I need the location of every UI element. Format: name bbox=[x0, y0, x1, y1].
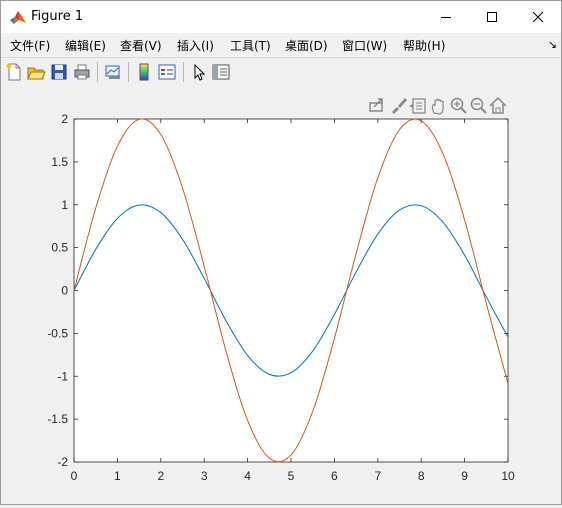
edit-plot-icon[interactable] bbox=[189, 62, 209, 82]
y-tick-label: -1.5 bbox=[47, 412, 68, 426]
axes-toolbar bbox=[369, 96, 507, 115]
menu-edit[interactable]: 编辑(E) bbox=[65, 37, 106, 54]
minimize-button[interactable] bbox=[423, 1, 469, 33]
y-tick-label: -1 bbox=[57, 369, 68, 383]
close-icon bbox=[532, 11, 544, 23]
y-tick-label: 1 bbox=[61, 198, 68, 212]
x-tick-label: 9 bbox=[461, 469, 468, 483]
minimize-icon bbox=[441, 17, 451, 18]
menu-bar: 文件(F) 编辑(E) 查看(V) 插入(I) 工具(T) 桌面(D) 窗口(W… bbox=[1, 33, 561, 57]
menu-desktop[interactable]: 桌面(D) bbox=[285, 37, 328, 54]
y-axis-tick-labels: 2 1.5 1 0.5 0 -0.5 -1 -1.5 -2 bbox=[47, 112, 68, 469]
matlab-logo-icon bbox=[9, 8, 27, 26]
x-tick-label: 4 bbox=[244, 469, 251, 483]
menu-insert[interactable]: 插入(I) bbox=[177, 37, 214, 54]
toolbar-separator bbox=[97, 62, 98, 82]
x-tick-label: 6 bbox=[331, 469, 338, 483]
close-button[interactable] bbox=[515, 1, 561, 33]
x-tick-label: 8 bbox=[418, 469, 425, 483]
maximize-icon bbox=[487, 12, 497, 22]
y-tick-label: -0.5 bbox=[47, 326, 68, 340]
menu-tools[interactable]: 工具(T) bbox=[230, 37, 271, 54]
link-plot-icon[interactable] bbox=[103, 62, 123, 82]
menu-help[interactable]: 帮助(H) bbox=[403, 37, 445, 54]
y-tick-label: -2 bbox=[57, 455, 68, 469]
toolbar-separator bbox=[183, 62, 184, 82]
export-icon[interactable] bbox=[369, 98, 383, 112]
x-axis-tick-labels: 0 1 2 3 4 5 6 7 8 9 10 bbox=[71, 469, 515, 483]
x-tick-label: 1 bbox=[114, 469, 121, 483]
figure-window: Figure 1 文件(F) 编辑(E) 查看(V) 插入(I) 工具(T) 桌… bbox=[0, 0, 562, 505]
y-tick-label: 0 bbox=[61, 284, 68, 298]
axes-plot-area[interactable] bbox=[73, 118, 509, 463]
x-tick-label: 10 bbox=[501, 469, 515, 483]
x-tick-label: 2 bbox=[157, 469, 164, 483]
menu-dock-arrow-icon[interactable]: ↘ bbox=[548, 38, 557, 51]
maximize-button[interactable] bbox=[469, 1, 515, 33]
menu-window[interactable]: 窗口(W) bbox=[342, 37, 387, 54]
pan-icon[interactable] bbox=[431, 98, 444, 115]
x-tick-label: 7 bbox=[374, 469, 381, 483]
y-tick-label: 0.5 bbox=[51, 241, 68, 255]
insert-legend-icon[interactable] bbox=[157, 62, 177, 82]
data-tip-icon[interactable] bbox=[409, 98, 426, 114]
zoom-in-icon[interactable] bbox=[450, 97, 467, 114]
y-tick-label: 2 bbox=[61, 112, 68, 126]
figure-canvas: 0 1 2 3 4 5 6 7 8 9 10 2 1.5 1 0.5 0 -0.5 -1 -1.5 -2 bbox=[1, 86, 561, 504]
brush-icon[interactable] bbox=[392, 98, 407, 114]
plot-svg: 0 1 2 3 4 5 6 7 8 9 10 2 1.5 1 0.5 0 -0.5 -1 -1.5 -2 bbox=[47, 96, 515, 483]
zoom-out-icon[interactable] bbox=[470, 97, 487, 114]
x-tick-label: 3 bbox=[201, 469, 208, 483]
x-tick-label: 5 bbox=[288, 469, 295, 483]
figure-toolbar bbox=[1, 57, 561, 87]
y-tick-label: 1.5 bbox=[51, 155, 68, 169]
new-figure-icon[interactable] bbox=[4, 62, 24, 82]
insert-colorbar-icon[interactable] bbox=[134, 62, 154, 82]
toolbar-separator bbox=[128, 62, 129, 82]
print-icon[interactable] bbox=[72, 62, 92, 82]
menu-view[interactable]: 查看(V) bbox=[120, 37, 162, 54]
open-file-icon[interactable] bbox=[26, 62, 46, 82]
window-title: Figure 1 bbox=[31, 9, 84, 24]
property-inspector-icon[interactable] bbox=[211, 62, 231, 82]
menu-file[interactable]: 文件(F) bbox=[10, 37, 50, 54]
save-icon[interactable] bbox=[49, 62, 69, 82]
title-bar[interactable]: Figure 1 bbox=[1, 1, 561, 33]
x-tick-label: 0 bbox=[71, 469, 78, 483]
home-icon[interactable] bbox=[489, 96, 507, 114]
